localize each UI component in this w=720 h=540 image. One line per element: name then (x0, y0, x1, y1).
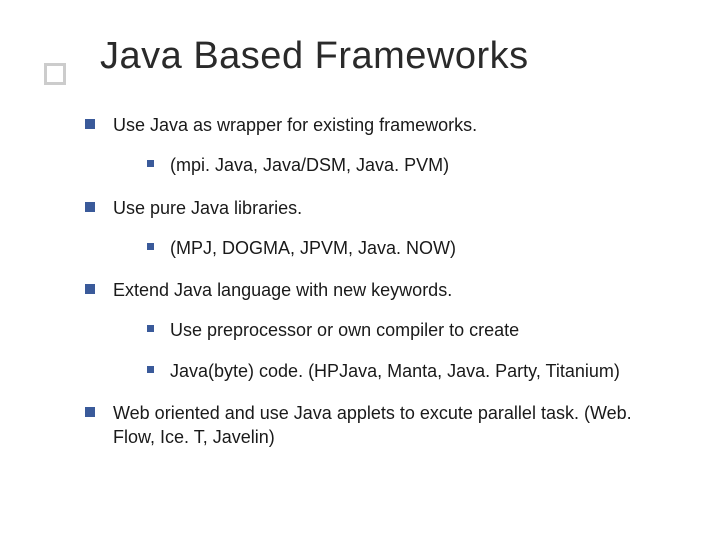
square-bullet-icon (147, 325, 154, 332)
list-item: Use pure Java libraries. (85, 196, 670, 220)
square-bullet-icon (85, 407, 95, 417)
list-item: Extend Java language with new keywords. (85, 278, 670, 302)
slide-container: Java Based Frameworks Use Java as wrappe… (0, 0, 720, 486)
list-item-text: Extend Java language with new keywords. (113, 278, 452, 302)
list-subitem-text: Java(byte) code. (HPJava, Manta, Java. P… (170, 359, 620, 383)
title-wrap: Java Based Frameworks (50, 35, 670, 78)
list-subitem: Java(byte) code. (HPJava, Manta, Java. P… (147, 359, 670, 383)
square-bullet-icon (147, 366, 154, 373)
square-bullet-icon (147, 243, 154, 250)
list-subitem: (MPJ, DOGMA, JPVM, Java. NOW) (147, 236, 670, 260)
list-item-text: Web oriented and use Java applets to exc… (113, 401, 670, 450)
square-bullet-icon (85, 119, 95, 129)
square-bullet-icon (85, 284, 95, 294)
list-subitem: Use preprocessor or own compiler to crea… (147, 318, 670, 342)
list-subitem: (mpi. Java, Java/DSM, Java. PVM) (147, 153, 670, 177)
title-accent-square (44, 63, 66, 85)
square-bullet-icon (147, 160, 154, 167)
list-item: Web oriented and use Java applets to exc… (85, 401, 670, 450)
square-bullet-icon (85, 202, 95, 212)
content-area: Use Java as wrapper for existing framewo… (85, 113, 670, 450)
list-item-text: Use pure Java libraries. (113, 196, 302, 220)
slide-title: Java Based Frameworks (100, 35, 670, 78)
list-subitem-text: (mpi. Java, Java/DSM, Java. PVM) (170, 153, 449, 177)
list-subitem-text: Use preprocessor or own compiler to crea… (170, 318, 519, 342)
list-item-text: Use Java as wrapper for existing framewo… (113, 113, 477, 137)
list-item: Use Java as wrapper for existing framewo… (85, 113, 670, 137)
list-subitem-text: (MPJ, DOGMA, JPVM, Java. NOW) (170, 236, 456, 260)
